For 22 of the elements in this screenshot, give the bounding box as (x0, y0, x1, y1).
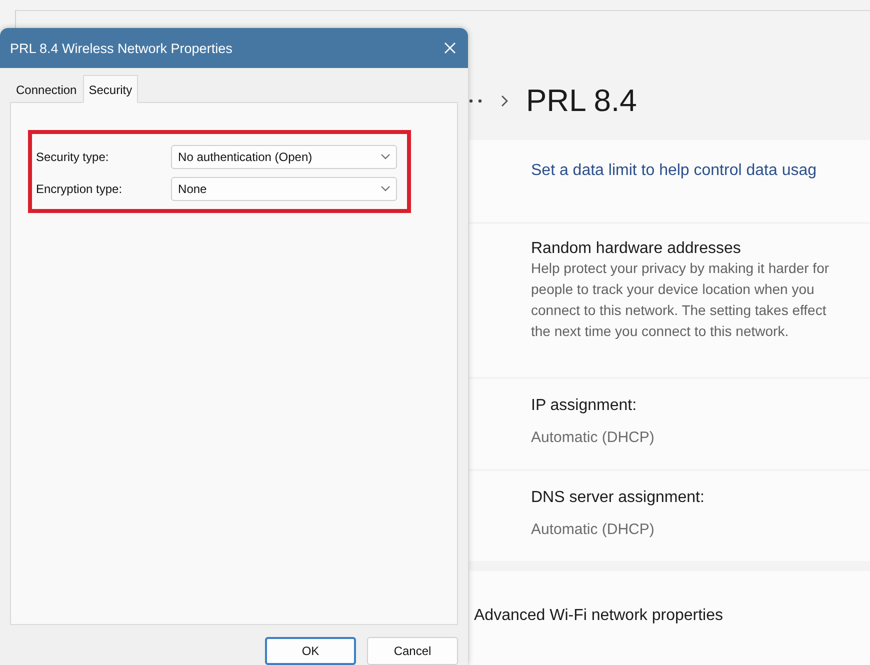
field-label: Encryption type: (36, 182, 124, 196)
setting-title: Random hardware addresses (531, 240, 742, 258)
setting-value: Automatic (DHCP) (531, 429, 656, 446)
data-limit-link[interactable]: Set a data limit to help control data usag (531, 162, 817, 179)
caret-icon (381, 186, 390, 192)
setting-value: Automatic (DHCP) (531, 521, 656, 538)
page-title: PRL 8.4 (526, 83, 637, 119)
more-icon[interactable] (469, 99, 483, 103)
window-title: PRL 8.4 Wireless Network Properties (10, 40, 232, 56)
dropdown[interactable]: None (171, 177, 397, 201)
caret-icon (381, 154, 390, 160)
setting-title: DNS server assignment: (531, 489, 706, 507)
setting-title: IP assignment: (531, 397, 638, 415)
field-label: Security type: (36, 150, 110, 164)
dropdown[interactable]: No authentication (Open) (171, 145, 397, 169)
dialog-button[interactable]: OK (265, 637, 356, 665)
tab[interactable]: Security (82, 75, 138, 103)
setting-description: Help protect your privacy by making it harder for people to track your device location when you connect to this network. The setting takes effect the next time you connect to this network. (531, 259, 830, 341)
advanced-properties-row[interactable]: Advanced Wi-Fi network properties (469, 571, 870, 665)
close-icon[interactable] (444, 42, 456, 54)
dialog-button[interactable]: Cancel (367, 637, 458, 665)
chevron-icon (501, 95, 508, 107)
